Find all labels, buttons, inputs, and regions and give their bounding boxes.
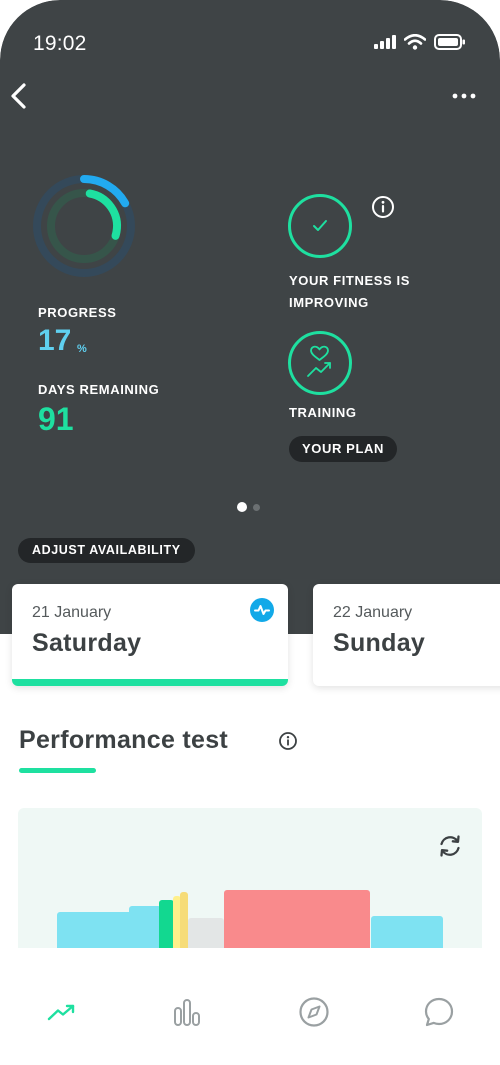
day-date: 21 January (32, 604, 112, 621)
chart-bar (371, 916, 443, 952)
day-card-sunday[interactable]: 22 January Sunday (313, 584, 500, 686)
performance-info-button[interactable] (278, 731, 298, 751)
chevron-left-icon (11, 83, 26, 109)
hero-panel: 19:02 PROGRESS 17 % DAYS REMAINING 91 YO… (0, 0, 500, 634)
more-options-button[interactable] (450, 84, 480, 108)
training-badge (288, 331, 352, 395)
days-remaining-value: 91 (38, 401, 74, 437)
status-bar: 19:02 (0, 30, 500, 60)
chart-bar (129, 906, 161, 952)
status-icons (374, 34, 466, 50)
info-icon (279, 732, 297, 750)
status-time: 19:02 (33, 32, 87, 55)
chat-bubble-icon (424, 997, 454, 1027)
section-underline (19, 768, 96, 773)
trend-up-icon (47, 1004, 75, 1021)
compass-icon (299, 997, 329, 1027)
app-screen: 19:02 PROGRESS 17 % DAYS REMAINING 91 YO… (0, 0, 500, 1065)
training-label: TRAINING (289, 405, 357, 420)
refresh-icon (440, 835, 460, 857)
page-indicator (237, 502, 260, 512)
performance-chart-card (18, 808, 482, 983)
check-icon (313, 220, 327, 231)
page-dot[interactable] (253, 503, 260, 511)
day-card-saturday[interactable]: 21 January Saturday (12, 584, 288, 686)
day-name: Sunday (333, 629, 426, 657)
fitness-info-button[interactable] (371, 195, 395, 219)
day-date: 22 January (333, 604, 413, 621)
day-name: Saturday (32, 629, 142, 657)
signal-icon (374, 35, 396, 49)
section-title: Performance test (19, 726, 229, 754)
stats-bars-icon (174, 999, 200, 1026)
adjust-availability-button[interactable]: ADJUST AVAILABILITY (18, 538, 195, 563)
progress-value: 17 (38, 324, 72, 357)
tab-explore[interactable] (294, 992, 334, 1032)
chart-bar (57, 912, 132, 952)
fitness-status-text: YOUR FITNESS IS IMPROVING (289, 273, 410, 310)
page-dot-active[interactable] (237, 502, 247, 512)
chart-bar (224, 890, 370, 952)
wifi-icon (404, 34, 426, 50)
pulse-icon (254, 605, 270, 615)
battery-icon (434, 34, 465, 50)
activity-badge (250, 598, 274, 622)
progress-label: PROGRESS (38, 305, 117, 320)
fitness-status-badge (288, 194, 352, 258)
info-icon (372, 196, 394, 218)
chart-bar (159, 900, 174, 952)
refresh-button[interactable] (436, 832, 464, 860)
progress-ring (32, 174, 136, 278)
chart-bar (180, 892, 188, 952)
more-dots-icon (452, 93, 476, 99)
your-plan-button[interactable]: YOUR PLAN (289, 436, 397, 462)
tab-bar (0, 978, 500, 1065)
heart-trend-icon (307, 345, 331, 377)
tab-statistics[interactable] (167, 992, 207, 1032)
back-button[interactable] (6, 80, 36, 112)
tab-progress[interactable] (42, 992, 82, 1032)
days-remaining-label: DAYS REMAINING (38, 382, 160, 397)
progress-unit: % (77, 343, 87, 355)
selected-day-indicator (12, 679, 288, 686)
chart-bar (188, 918, 224, 952)
tab-chat[interactable] (419, 992, 459, 1032)
